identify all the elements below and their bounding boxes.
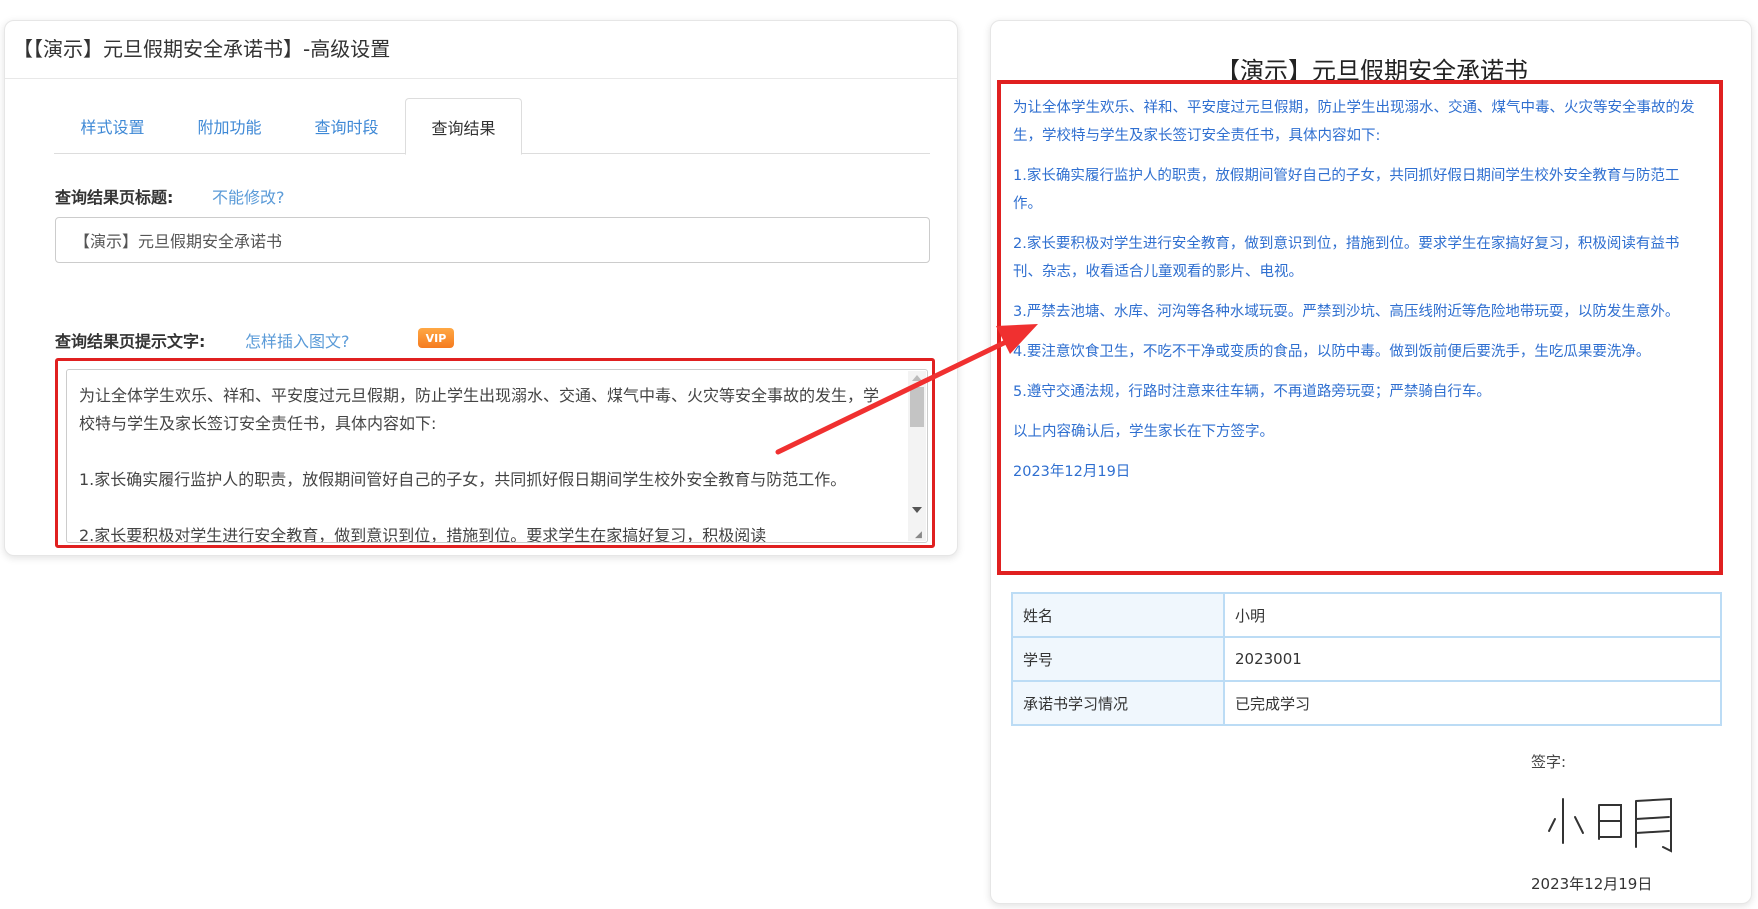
textarea-line: 为让全体学生欢乐、祥和、平安度过元旦假期，防止学生出现溺水、交通、煤气中毒、火灾… — [79, 386, 880, 433]
table-key: 承诺书学习情况 — [1011, 680, 1225, 726]
tip-textarea-highlight: 为让全体学生欢乐、祥和、平安度过元旦假期，防止学生出现溺水、交通、煤气中毒、火灾… — [55, 358, 935, 548]
preview-paragraph: 3.严禁去池塘、水库、河沟等各种水域玩耍。严禁到沙坑、高压线附近等危险地带玩耍，… — [1013, 304, 1680, 320]
tab-style-settings[interactable]: 样式设置 — [54, 98, 171, 154]
preview-paragraph: 2.家长要积极对学生进行安全教育，做到意识到位，措施到位。要求学生在家搞好复习，… — [1013, 236, 1680, 280]
tab-query-result[interactable]: 查询结果 — [405, 98, 522, 155]
table-value: 已完成学习 — [1223, 680, 1722, 726]
textarea-line — [79, 438, 887, 466]
settings-header-title: 【【演示】元旦假期安全承诺书】-高级设置 — [5, 21, 957, 79]
signature-date: 2023年12月19日 — [1531, 875, 1653, 893]
handwritten-signature — [1548, 797, 1672, 853]
resize-grip-icon[interactable]: ◢ — [915, 530, 925, 540]
preview-paragraph: 为让全体学生欢乐、祥和、平安度过元旦假期，防止学生出现溺水、交通、煤气中毒、火灾… — [1013, 100, 1695, 144]
scroll-down-icon[interactable] — [912, 507, 922, 513]
vip-badge: VIP — [418, 328, 454, 348]
table-value: 2023001 — [1223, 636, 1722, 682]
result-title-label: 查询结果页标题: — [55, 188, 174, 207]
textarea-line — [79, 494, 887, 522]
table-key: 姓名 — [1011, 592, 1225, 638]
preview-paragraph: 5.遵守交通法规，行路时注意来往车辆，不再道路旁玩耍；严禁骑自行车。 — [1013, 384, 1491, 400]
tab-bar: 样式设置 附加功能 查询时段 查询结果 — [54, 98, 930, 155]
scroll-thumb[interactable] — [910, 387, 924, 427]
textarea-line: 1.家长确实履行监护人的职责，放假期间管好自己的子女，共同抓好假日期间学生校外安… — [79, 470, 847, 489]
preview-date: 2023年12月19日 — [1013, 464, 1131, 480]
table-value: 小明 — [1223, 592, 1722, 638]
preview-panel: 【演示】元旦假期安全承诺书 为让全体学生欢乐、祥和、平安度过元旦假期，防止学生出… — [990, 20, 1752, 904]
table-row: 承诺书学习情况 已完成学习 — [1011, 680, 1722, 726]
signature-label: 签字: — [1531, 753, 1567, 771]
table-key: 学号 — [1011, 636, 1225, 682]
insert-media-link[interactable]: 怎样插入图文? — [245, 328, 350, 352]
table-row: 学号 2023001 — [1011, 636, 1722, 682]
info-table: 姓名 小明 学号 2023001 承诺书学习情况 已完成学习 — [1011, 592, 1722, 726]
result-title-input[interactable] — [55, 217, 930, 263]
result-tip-label: 查询结果页提示文字: — [55, 332, 206, 351]
preview-paragraph: 以上内容确认后，学生家长在下方签字。 — [1013, 424, 1274, 440]
tip-textarea[interactable]: 为让全体学生欢乐、祥和、平安度过元旦假期，防止学生出现溺水、交通、煤气中毒、火灾… — [66, 369, 928, 543]
textarea-line: 2.家长要积极对学生进行安全教育，做到意识到位，措施到位。要求学生在家搞好复习，… — [79, 526, 767, 543]
textarea-scrollbar[interactable] — [908, 371, 926, 541]
preview-content-highlight: 为让全体学生欢乐、祥和、平安度过元旦假期，防止学生出现溺水、交通、煤气中毒、火灾… — [997, 80, 1723, 575]
scroll-up-icon[interactable] — [912, 375, 922, 381]
tab-additional-features[interactable]: 附加功能 — [171, 98, 288, 154]
tab-query-period[interactable]: 查询时段 — [288, 98, 405, 154]
table-row: 姓名 小明 — [1011, 592, 1722, 638]
preview-paragraph: 4.要注意饮食卫生，不吃不干净或变质的食品，以防中毒。做到饭前便后要洗手，生吃瓜… — [1013, 344, 1651, 360]
preview-paragraph: 1.家长确实履行监护人的职责，放假期间管好自己的子女，共同抓好假日期间学生校外安… — [1013, 168, 1680, 212]
cannot-edit-link[interactable]: 不能修改? — [212, 184, 285, 208]
